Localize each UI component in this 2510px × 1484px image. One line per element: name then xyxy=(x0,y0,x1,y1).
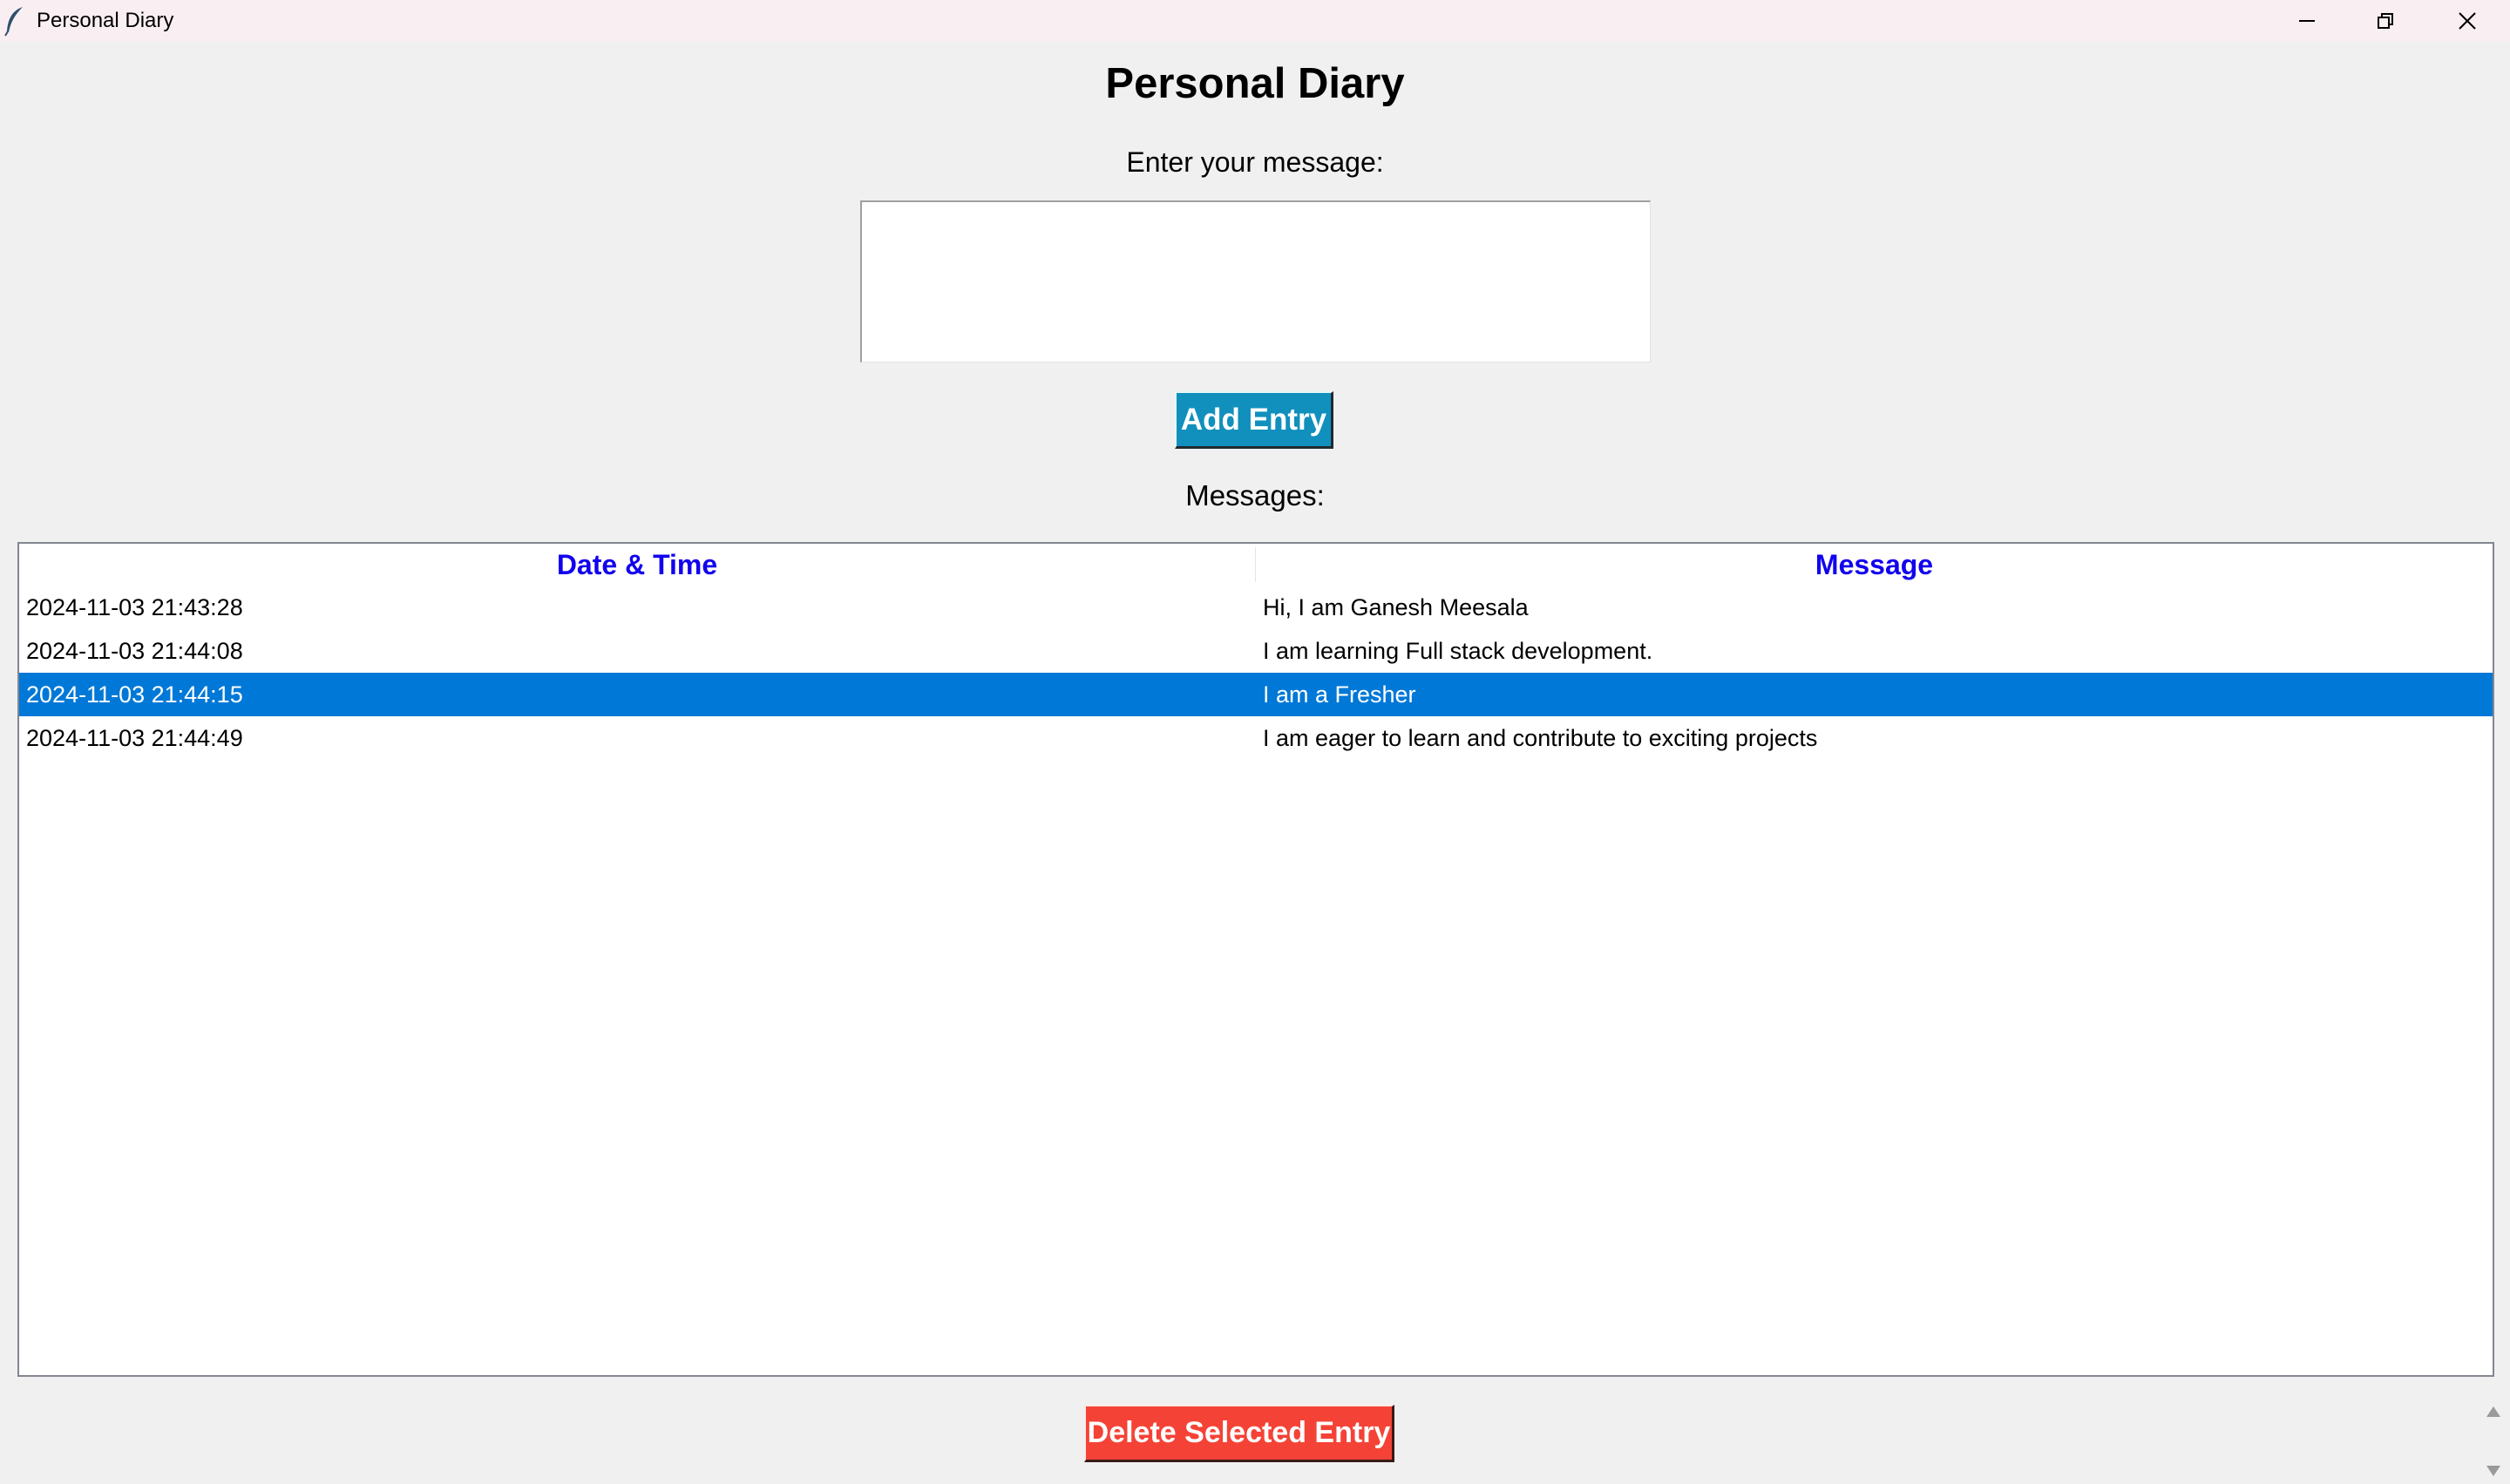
messages-label: Messages: xyxy=(1185,479,1325,512)
cell-message: I am learning Full stack development. xyxy=(1263,638,1653,664)
close-button[interactable] xyxy=(2428,0,2507,42)
cell-datetime: 2024-11-03 21:44:08 xyxy=(26,638,243,664)
messages-table[interactable]: Date & Time Message 2024-11-03 21:43:28 H… xyxy=(17,542,2494,1377)
table-header: Date & Time Message xyxy=(19,544,2493,586)
table-row[interactable]: 2024-11-03 21:44:15 I am a Fresher xyxy=(19,673,2493,716)
minimize-icon xyxy=(2299,20,2315,22)
cell-datetime: 2024-11-03 21:44:49 xyxy=(26,725,243,751)
cell-datetime: 2024-11-03 21:43:28 xyxy=(26,594,243,620)
restore-icon xyxy=(2378,13,2393,29)
column-header-message[interactable]: Message xyxy=(1256,544,2493,586)
table-row[interactable]: 2024-11-03 21:44:08 I am learning Full st… xyxy=(19,629,2493,673)
scroll-down-icon[interactable] xyxy=(2484,1462,2503,1480)
page-title: Personal Diary xyxy=(1105,60,1405,107)
cell-datetime: 2024-11-03 21:44:15 xyxy=(26,681,243,708)
column-header-datetime[interactable]: Date & Time xyxy=(19,544,1255,586)
close-icon xyxy=(2459,12,2476,30)
table-row[interactable]: 2024-11-03 21:44:49 I am eager to learn a… xyxy=(19,716,2493,760)
message-prompt-label: Enter your message: xyxy=(1126,146,1384,178)
title-bar: Personal Diary xyxy=(0,0,2510,42)
window-title: Personal Diary xyxy=(37,9,174,32)
cell-message: Hi, I am Ganesh Meesala xyxy=(1263,594,1529,620)
add-entry-button[interactable]: Add Entry xyxy=(1175,391,1333,449)
message-input[interactable] xyxy=(860,200,1651,363)
cell-message: I am a Fresher xyxy=(1263,681,1416,708)
cell-message: I am eager to learn and contribute to ex… xyxy=(1263,725,1818,751)
feather-icon xyxy=(4,7,23,37)
delete-entry-button[interactable]: Delete Selected Entry xyxy=(1084,1405,1394,1462)
minimize-button[interactable] xyxy=(2268,0,2346,42)
scroll-up-icon[interactable] xyxy=(2484,1403,2503,1420)
table-row[interactable]: 2024-11-03 21:43:28 Hi, I am Ganesh Meesa… xyxy=(19,586,2493,629)
restore-button[interactable] xyxy=(2346,0,2425,42)
